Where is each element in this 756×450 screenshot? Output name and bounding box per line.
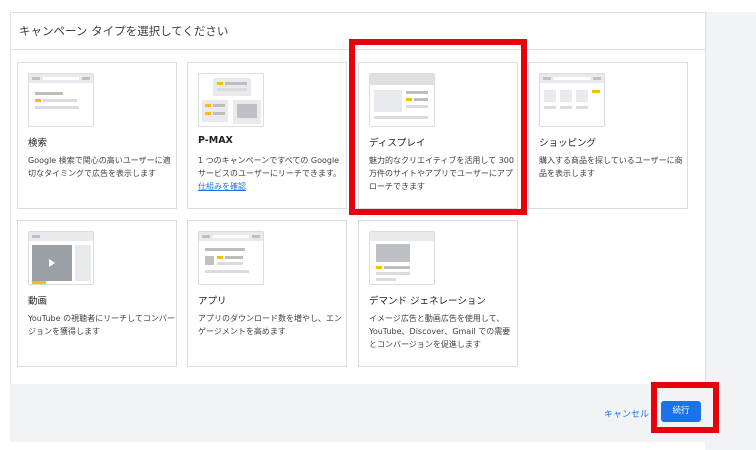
demand-gen-thumbnail-icon (369, 231, 435, 285)
card-description: Google 検索で関心の高いユーザーに適切なタイミングで広告を表示します (28, 156, 171, 178)
video-thumbnail-icon (28, 231, 94, 285)
card-title: アプリ (198, 296, 227, 307)
continue-button[interactable]: 続行 (661, 401, 701, 422)
campaign-card-pmax[interactable]: P-MAX 1 つのキャンペーンですべての Google サービスのユーザーにリ… (187, 62, 347, 209)
app-thumbnail-icon (198, 231, 264, 285)
page-title: キャンペーン タイプを選択してください (19, 24, 229, 38)
display-thumbnail-icon (369, 73, 435, 127)
title-divider (11, 49, 705, 50)
card-title: 動画 (28, 296, 48, 307)
cancel-button[interactable]: キャンセル (604, 407, 649, 420)
pmax-thumbnail-icon (198, 73, 264, 127)
campaign-card-search[interactable]: 検索 Google 検索で関心の高いユーザーに適切なタイミングで広告を表示します (17, 62, 177, 209)
shopping-thumbnail-icon (539, 73, 605, 127)
right-gutter (705, 12, 756, 450)
campaign-card-shopping[interactable]: ショッピング 購入する商品を探しているユーザーに商品を表示します (528, 62, 688, 209)
card-description: YouTube の視聴者にリーチしてコンバージョンを獲得します (28, 314, 175, 336)
campaign-card-display[interactable]: ディスプレイ 魅力的なクリエイティブを活用して 300 万件のサイトやアプリでユ… (358, 62, 518, 209)
card-description: イメージ広告と動画広告を使用して、YouTube、Discover、Gmail … (369, 314, 511, 349)
search-thumbnail-icon (28, 73, 94, 127)
card-title: 検索 (28, 138, 48, 149)
card-description: 購入する商品を探しているユーザーに商品を表示します (539, 156, 683, 178)
campaign-card-app[interactable]: アプリ アプリのダウンロード数を増やし、エンゲージメントを高めます (187, 220, 347, 367)
card-description: 1 つのキャンペーンですべての Google サービスのユーザーにリーチできます… (198, 156, 342, 191)
card-title: P-MAX (198, 135, 233, 146)
action-footer (10, 384, 706, 442)
card-description: 魅力的なクリエイティブを活用して 300 万件のサイトやアプリでユーザーにアプロ… (369, 156, 514, 191)
card-description: アプリのダウンロード数を増やし、エンゲージメントを高めます (198, 314, 342, 336)
card-title: ショッピング (539, 138, 597, 149)
campaign-card-demand-gen[interactable]: デマンド ジェネレーション イメージ広告と動画広告を使用して、YouTube、D… (358, 220, 518, 367)
card-title: ディスプレイ (369, 138, 426, 149)
campaign-card-video[interactable]: 動画 YouTube の視聴者にリーチしてコンバージョンを獲得します (17, 220, 177, 367)
card-title: デマンド ジェネレーション (369, 296, 486, 307)
learn-more-link[interactable]: 仕組みを確認 (198, 182, 246, 191)
